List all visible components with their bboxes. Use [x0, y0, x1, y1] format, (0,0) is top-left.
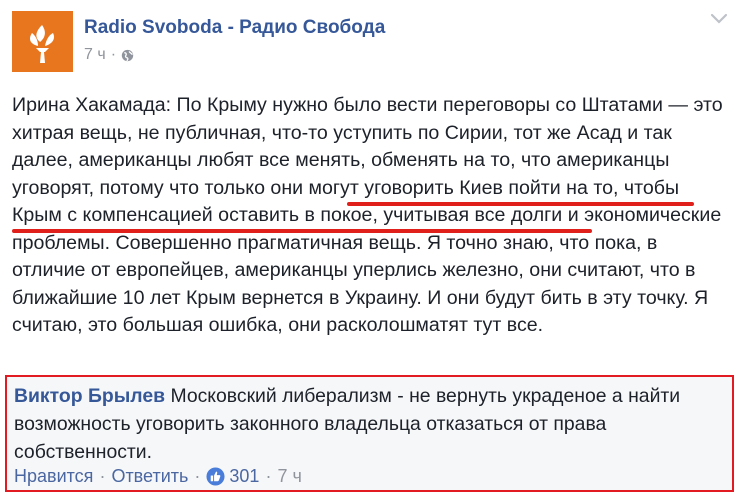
globe-icon — [121, 49, 134, 61]
radio-svoboda-logo[interactable] — [12, 11, 73, 72]
post-meta: 7 ч · — [84, 46, 134, 64]
comment-time[interactable]: 7 ч — [277, 466, 301, 487]
post-body: Ирина Хакамада: По Крыму нужно было вест… — [12, 92, 728, 340]
post-time[interactable]: 7 ч — [84, 46, 106, 64]
highlighted-comment: Виктор Брылев Московский либерализм - не… — [5, 375, 734, 492]
comment-actions: Нравится · Ответить · 301 · 7 ч — [14, 465, 302, 487]
comment-body: Виктор Брылев Московский либерализм - не… — [14, 382, 726, 466]
highlight-underline — [12, 229, 592, 233]
post-header: Radio Svoboda - Радио Свобода 7 ч · — [12, 11, 732, 72]
action-separator: · — [194, 465, 201, 486]
action-separator: · — [99, 465, 106, 486]
like-button[interactable]: Нравится — [14, 466, 93, 487]
meta-separator: · — [110, 46, 117, 63]
facebook-post: Radio Svoboda - Радио Свобода 7 ч · Ирин… — [0, 0, 743, 503]
action-separator: · — [265, 465, 272, 486]
post-paragraph: Ирина Хакамада: По Крыму нужно было вест… — [12, 92, 728, 340]
comment-author-link[interactable]: Виктор Брылев — [14, 385, 165, 407]
highlight-underline — [347, 202, 694, 206]
like-count[interactable]: 301 — [229, 466, 259, 487]
like-badge-icon[interactable] — [206, 466, 225, 486]
reply-button[interactable]: Ответить — [111, 466, 188, 487]
page-name-link[interactable]: Radio Svoboda - Радио Свобода — [84, 17, 385, 39]
chevron-down-icon[interactable] — [710, 12, 728, 26]
torch-icon — [12, 11, 73, 72]
